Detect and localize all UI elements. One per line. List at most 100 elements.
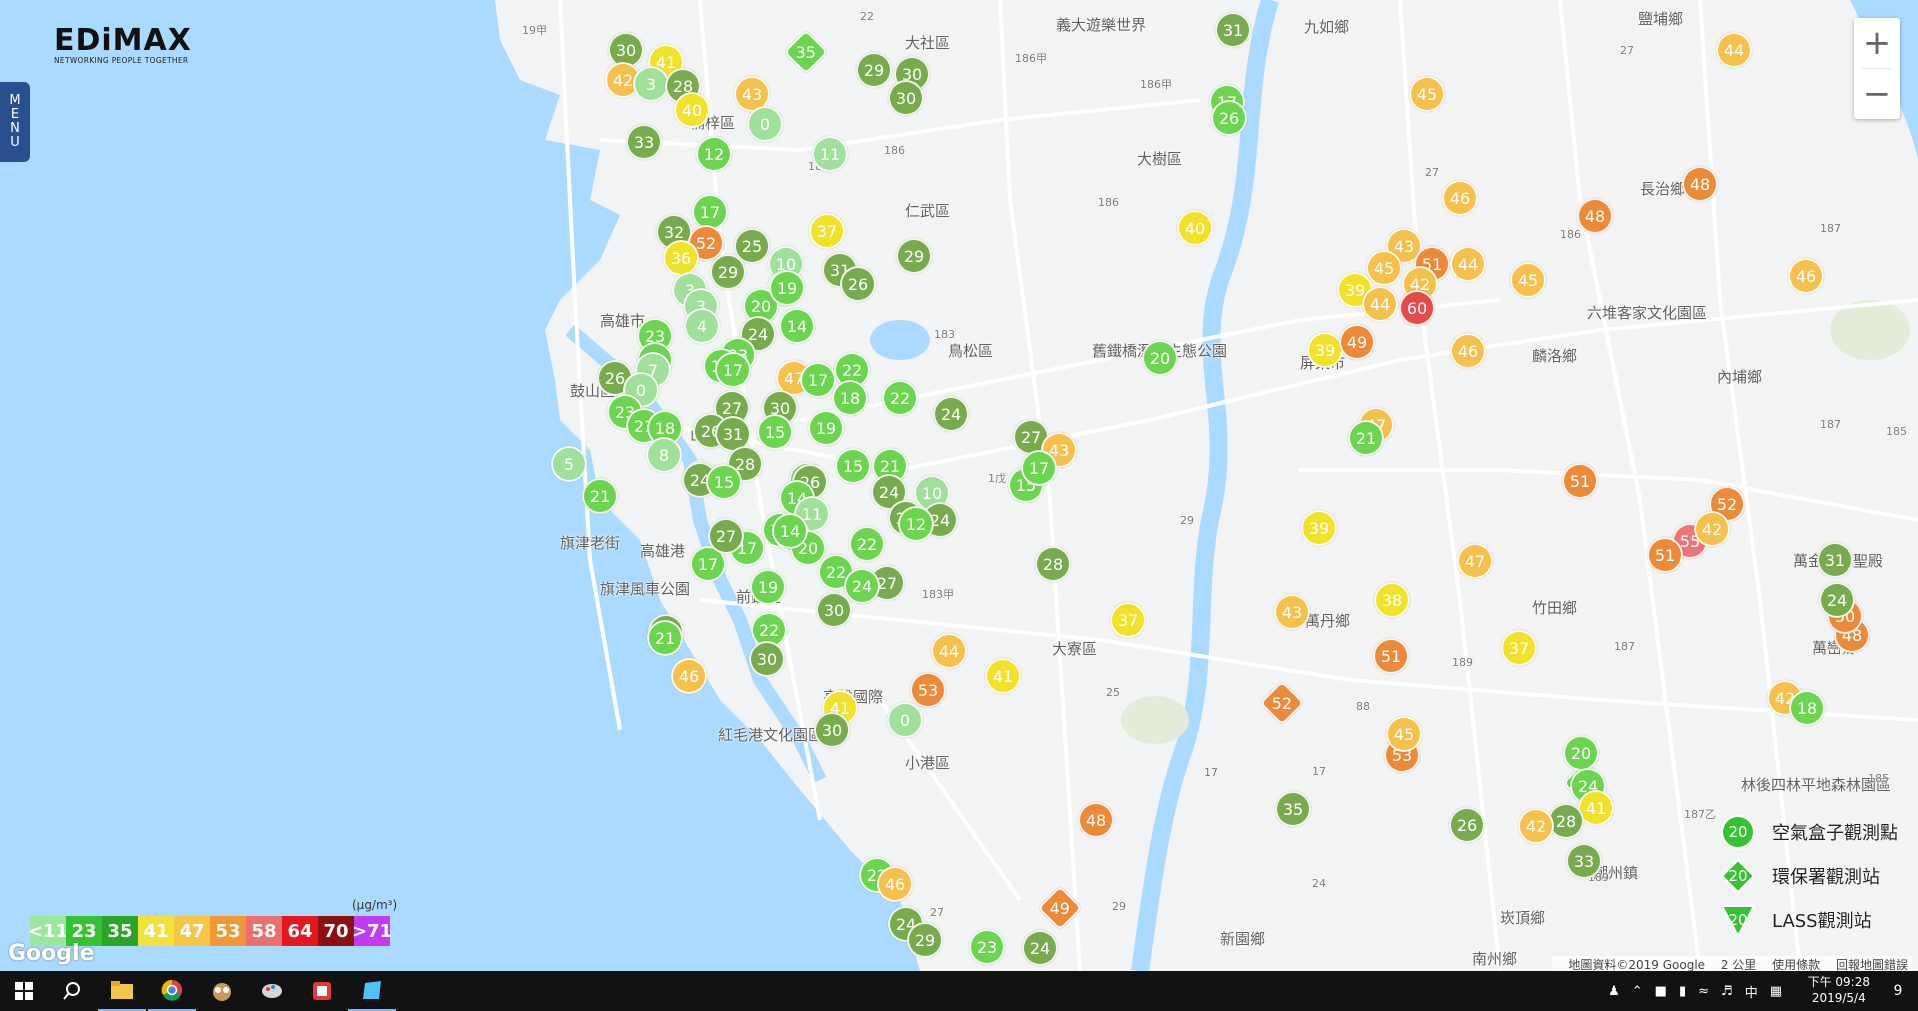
pm25-marker[interactable]: 15 — [757, 414, 793, 450]
pm25-marker[interactable]: 44 — [1716, 32, 1752, 68]
pm25-marker[interactable]: 44 — [1362, 286, 1398, 322]
pm25-marker[interactable]: 51 — [1373, 638, 1409, 674]
pm25-marker[interactable]: 40 — [674, 92, 710, 128]
pm25-marker[interactable]: 42 — [1694, 511, 1730, 547]
pm25-marker[interactable]: 18 — [1789, 690, 1825, 726]
pm25-marker[interactable]: 43 — [1274, 594, 1310, 630]
file-explorer-button[interactable] — [98, 971, 146, 1011]
pm25-marker[interactable]: 12 — [696, 136, 732, 172]
pm25-marker[interactable]: 33 — [1566, 843, 1602, 879]
map-canvas[interactable]: 大社區仁武區大樹區義大遊樂世界九如鄉鹽埔鄉長治鄉六堆客家文化園區麟洛鄉內埔鄉屏東… — [0, 0, 1918, 971]
pm25-marker[interactable]: 19 — [769, 270, 805, 306]
wifi-icon[interactable]: ≈ — [1698, 984, 1709, 999]
pm25-marker[interactable]: 26 — [1449, 807, 1485, 843]
pm25-marker[interactable]: 46 — [1442, 180, 1478, 216]
pm25-marker[interactable]: 11 — [812, 136, 848, 172]
pm25-marker[interactable]: 46 — [1788, 258, 1824, 294]
zoom-out-button[interactable]: − — [1854, 69, 1900, 119]
battery-icon[interactable]: ▮ — [1679, 984, 1686, 999]
app-button[interactable] — [298, 971, 346, 1011]
pm25-marker[interactable]: 14 — [779, 308, 815, 344]
system-clock[interactable]: 下午 09:28 2019/5/4 — [1808, 974, 1870, 1006]
pm25-marker[interactable]: 31 — [1817, 542, 1853, 578]
pm25-marker[interactable]: 19 — [808, 410, 844, 446]
pm25-marker[interactable]: 19 — [750, 569, 786, 605]
pm25-marker[interactable]: 48 — [1577, 198, 1613, 234]
windows-start-button[interactable] — [0, 971, 48, 1011]
app-button[interactable] — [198, 971, 246, 1011]
pm25-marker[interactable]: 26 — [840, 266, 876, 302]
pm25-marker[interactable]: 38 — [1374, 582, 1410, 618]
pm25-marker[interactable]: 17 — [800, 362, 836, 398]
pm25-marker[interactable]: 48 — [1682, 166, 1718, 202]
pm25-marker[interactable]: 39 — [1307, 332, 1343, 368]
pm25-marker[interactable]: 20 — [1142, 340, 1178, 376]
zoom-in-button[interactable]: + — [1854, 18, 1900, 68]
pm25-marker[interactable]: 4 — [684, 308, 720, 344]
pm25-marker[interactable]: 3 — [633, 66, 669, 102]
pm25-marker[interactable]: 41 — [985, 658, 1021, 694]
pm25-marker[interactable]: 47 — [1457, 543, 1493, 579]
chevron-up-icon[interactable]: ⌃ — [1632, 984, 1643, 999]
pm25-marker[interactable]: 42 — [1518, 808, 1554, 844]
pm25-marker[interactable]: 30 — [888, 80, 924, 116]
pm25-marker[interactable]: 24 — [844, 568, 880, 604]
search-button[interactable] — [48, 971, 96, 1011]
pm25-marker[interactable]: 53 — [910, 672, 946, 708]
pm25-marker[interactable]: 29 — [710, 254, 746, 290]
pm25-marker[interactable]: 30 — [814, 712, 850, 748]
pm25-marker[interactable]: 18 — [832, 380, 868, 416]
ime-indicator[interactable]: 中 — [1745, 982, 1758, 1001]
pm25-marker[interactable]: 37 — [1110, 602, 1146, 638]
pm25-marker[interactable]: 29 — [896, 238, 932, 274]
pm25-marker[interactable]: 8 — [646, 437, 682, 473]
pm25-marker[interactable]: 20 — [1563, 735, 1599, 771]
pm25-marker[interactable]: 30 — [816, 592, 852, 628]
pm25-marker[interactable]: 14 — [772, 513, 808, 549]
pm25-marker[interactable]: 45 — [1409, 76, 1445, 112]
pm25-marker[interactable]: 46 — [877, 866, 913, 902]
pm25-marker[interactable]: 30 — [749, 641, 785, 677]
notification-button[interactable]: 9 — [1884, 977, 1912, 1005]
people-icon[interactable]: ♟ — [1608, 984, 1620, 999]
pm25-marker[interactable]: 0 — [747, 106, 783, 142]
pm25-marker[interactable]: 48 — [1078, 802, 1114, 838]
pm25-marker[interactable]: 45 — [1510, 262, 1546, 298]
pm25-marker[interactable]: 45 — [1366, 250, 1402, 286]
security-icon[interactable]: ■ — [1655, 984, 1667, 999]
chrome-button[interactable] — [148, 971, 196, 1011]
pm25-marker[interactable]: 22 — [849, 526, 885, 562]
pm25-marker[interactable]: 17 — [715, 352, 751, 388]
pm25-marker[interactable]: 27 — [708, 518, 744, 554]
pm25-marker[interactable]: 29 — [856, 52, 892, 88]
pm25-marker[interactable]: 44 — [931, 633, 967, 669]
volume-icon[interactable]: ♬ — [1721, 984, 1733, 999]
pm25-marker[interactable]: 60 — [1399, 290, 1435, 326]
pm25-marker[interactable]: 37 — [809, 213, 845, 249]
pm25-marker[interactable]: 46 — [1450, 333, 1486, 369]
pm25-marker[interactable]: 39 — [1301, 510, 1337, 546]
pm25-marker[interactable]: 24 — [933, 396, 969, 432]
pm25-marker[interactable]: 24 — [1819, 582, 1855, 618]
pm25-marker[interactable]: 15 — [835, 448, 871, 484]
pm25-marker[interactable]: 17 — [1021, 450, 1057, 486]
pm25-marker[interactable]: 21 — [582, 478, 618, 514]
pm25-marker[interactable]: 23 — [969, 929, 1005, 965]
pm25-marker[interactable]: 36 — [663, 240, 699, 276]
pm25-marker[interactable]: 24 — [1022, 930, 1058, 966]
terms-link[interactable]: 使用條款 — [1772, 958, 1820, 971]
pm25-marker[interactable]: 37 — [1501, 630, 1537, 666]
pm25-marker[interactable]: 46 — [671, 658, 707, 694]
pm25-marker[interactable]: 40 — [1177, 210, 1213, 246]
pm25-marker[interactable]: 21 — [1348, 420, 1384, 456]
pm25-marker[interactable]: 29 — [907, 922, 943, 958]
keyboard-icon[interactable]: ▦ — [1770, 984, 1782, 999]
pm25-marker[interactable]: 21 — [647, 620, 683, 656]
pm25-marker[interactable]: 51 — [1562, 463, 1598, 499]
menu-button[interactable]: M E N U — [0, 82, 30, 162]
pm25-marker[interactable]: 45 — [1386, 716, 1422, 752]
app-button[interactable] — [248, 971, 296, 1011]
pm25-marker[interactable]: 22 — [882, 380, 918, 416]
pm25-marker[interactable]: 12 — [898, 506, 934, 542]
pm25-marker[interactable]: 0 — [887, 702, 923, 738]
